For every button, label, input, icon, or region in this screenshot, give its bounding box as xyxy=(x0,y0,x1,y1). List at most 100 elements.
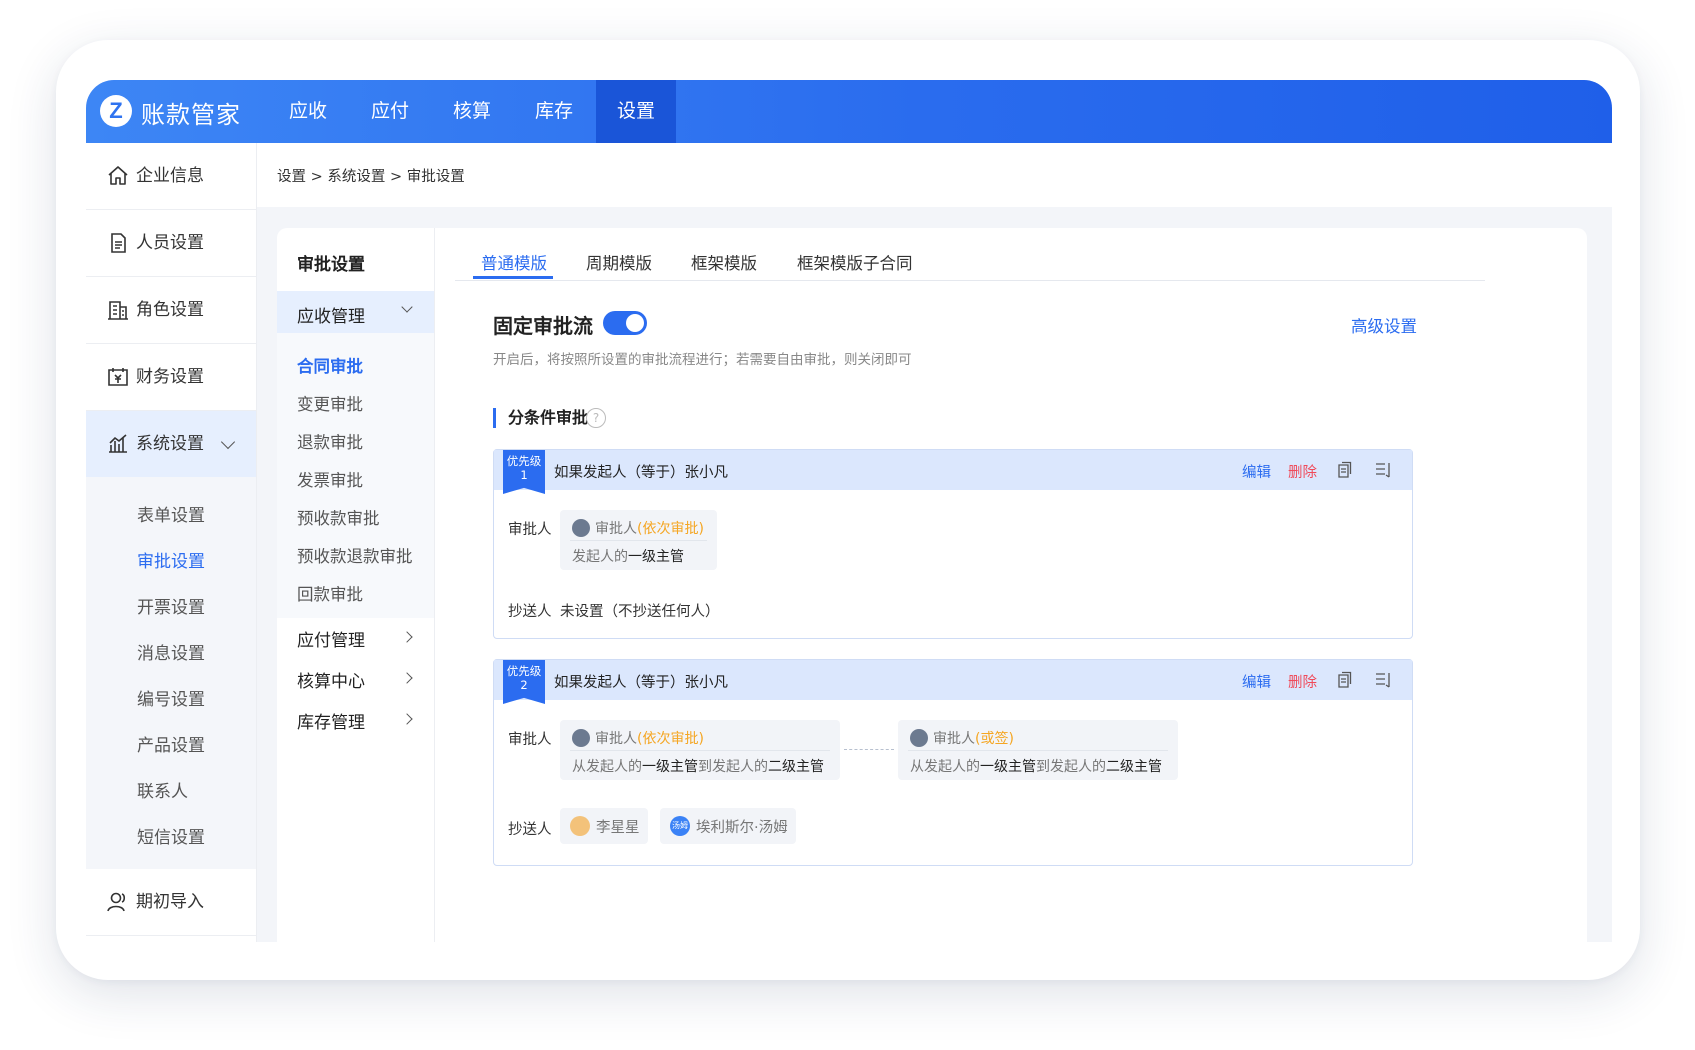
breadcrumb-system[interactable]: 系统设置 xyxy=(327,169,385,185)
finance-calendar-icon xyxy=(108,368,128,386)
menu-group-payable[interactable]: 应付管理 xyxy=(297,626,417,651)
approver-node-title: 审批人(依次审批) xyxy=(572,518,704,538)
cc-person-chip[interactable]: 李星星 xyxy=(560,808,648,844)
sort-icon[interactable] xyxy=(1374,461,1392,479)
tab-normal-template[interactable]: 普通模版 xyxy=(481,250,547,274)
sidebar-item-roles[interactable]: 角色设置 xyxy=(86,277,256,343)
cc-person-name: 埃利斯尔·汤姆 xyxy=(696,820,788,836)
submenu-item-contact[interactable]: 联系人 xyxy=(137,777,188,802)
approver-node[interactable]: 审批人(依次审批) 从发起人的一级主管到发起人的二级主管 xyxy=(560,720,840,780)
menu-group-inventory[interactable]: 库存管理 xyxy=(297,708,417,733)
sidebar-item-label: 期初导入 xyxy=(136,892,204,912)
approver-node[interactable]: 审批人(依次审批) 发起人的一级主管 xyxy=(560,510,717,570)
sidebar-item-system[interactable]: 系统设置 xyxy=(86,411,256,477)
priority-label: 优先级 xyxy=(506,454,542,468)
tab-framework-template[interactable]: 框架模版 xyxy=(691,250,757,274)
breadcrumb-bar: 设置 > 系统设置 > 审批设置 xyxy=(257,143,1612,207)
submenu-item-approval[interactable]: 审批设置 xyxy=(137,547,205,572)
chevron-right-icon xyxy=(401,672,413,684)
approval-mode: (或签) xyxy=(975,731,1014,747)
approver-node[interactable]: 审批人(或签) 从发起人的一级主管到发起人的二级主管 xyxy=(898,720,1178,780)
user-icon xyxy=(107,892,126,912)
condition-card-header: 优先级 1 如果发起人（等于）张小凡 编辑 删除 xyxy=(494,450,1412,494)
group-avatar-icon xyxy=(572,729,590,747)
advanced-settings-link[interactable]: 高级设置 xyxy=(1351,313,1417,337)
help-icon[interactable]: ? xyxy=(586,408,606,428)
condition-text: 如果发起人（等于）张小凡 xyxy=(554,465,728,481)
condition-card: 优先级 2 如果发起人（等于）张小凡 编辑 删除 审批人 审批人(依次审批) 从… xyxy=(493,659,1413,866)
edit-button[interactable]: 编辑 xyxy=(1242,461,1271,482)
sidebar-item-initial-import[interactable]: 期初导入 xyxy=(86,869,256,935)
menu-item-refund-approval[interactable]: 退款审批 xyxy=(297,429,363,453)
sidebar-item-staff[interactable]: 人员设置 xyxy=(86,210,256,276)
tab-cycle-template[interactable]: 周期模版 xyxy=(586,250,652,274)
edit-button[interactable]: 编辑 xyxy=(1242,671,1271,692)
divider xyxy=(570,750,830,751)
menu-item-invoice-approval[interactable]: 发票审批 xyxy=(297,467,363,491)
delete-button[interactable]: 删除 xyxy=(1288,461,1317,482)
chart-icon xyxy=(109,434,127,453)
menu-group-label: 核算中心 xyxy=(297,672,365,692)
tab-framework-sub-contract[interactable]: 框架模版子合同 xyxy=(797,250,913,274)
submenu-item-invoice[interactable]: 开票设置 xyxy=(137,593,205,618)
submenu-item-numbering[interactable]: 编号设置 xyxy=(137,685,205,710)
copy-icon[interactable] xyxy=(1335,461,1353,479)
delete-button[interactable]: 删除 xyxy=(1288,671,1317,692)
priority-badge: 优先级 2 xyxy=(503,660,545,704)
priority-label: 优先级 xyxy=(506,664,542,678)
approver-role: 审批人 xyxy=(595,521,637,537)
cc-label: 抄送人 xyxy=(508,822,552,838)
menu-group-receivable[interactable]: 应收管理 xyxy=(277,291,434,333)
menu-item-prepayment-refund-approval[interactable]: 预收款退款审批 xyxy=(297,543,413,567)
menu-item-prepayment-approval[interactable]: 预收款审批 xyxy=(297,505,380,529)
menu-item-contract-approval[interactable]: 合同审批 xyxy=(297,353,363,377)
nav-settings[interactable]: 设置 xyxy=(596,80,676,143)
submenu-item-sms[interactable]: 短信设置 xyxy=(137,823,205,848)
approval-mode: (依次审批) xyxy=(637,521,704,537)
top-nav-bar: Z 账款管家 应收 应付 核算 库存 设置 xyxy=(86,80,1612,143)
nav-payable[interactable]: 应付 xyxy=(350,80,430,143)
menu-group-label: 应收管理 xyxy=(297,307,365,327)
submenu-item-form[interactable]: 表单设置 xyxy=(137,501,205,526)
sidebar-item-company-info[interactable]: 企业信息 xyxy=(86,143,256,209)
breadcrumb-current: 审批设置 xyxy=(406,169,465,185)
copy-icon[interactable] xyxy=(1335,671,1353,689)
menu-group-accounting[interactable]: 核算中心 xyxy=(297,667,417,692)
divider xyxy=(570,540,707,541)
active-tab-indicator xyxy=(473,276,553,279)
breadcrumb-settings[interactable]: 设置 xyxy=(277,169,306,185)
sort-icon[interactable] xyxy=(1374,671,1392,689)
app-window: Z 账款管家 应收 应付 核算 库存 设置 企业信息 人员设置 角色设置 财务设… xyxy=(86,80,1612,942)
nav-inventory[interactable]: 库存 xyxy=(514,80,594,143)
fixed-flow-toggle[interactable] xyxy=(603,311,647,335)
sidebar-item-label: 人员设置 xyxy=(136,233,204,253)
menu-item-change-approval[interactable]: 变更审批 xyxy=(297,391,363,415)
breadcrumb-separator: > xyxy=(310,169,323,185)
flow-arrow-connector xyxy=(844,749,894,750)
approver-label: 审批人 xyxy=(508,522,552,538)
divider xyxy=(908,750,1168,751)
nav-receivable[interactable]: 应收 xyxy=(268,80,348,143)
scope-middle: 到发起人的 xyxy=(1036,759,1106,775)
breadcrumb: 设置 > 系统设置 > 审批设置 xyxy=(277,165,465,186)
approver-role: 审批人 xyxy=(595,731,637,747)
scope-middle: 到发起人的 xyxy=(698,759,768,775)
chevron-right-icon xyxy=(401,713,413,725)
sidebar-item-label: 企业信息 xyxy=(136,166,204,186)
cc-person-chip[interactable]: 汤姆 埃利斯尔·汤姆 xyxy=(660,808,796,844)
submenu-item-message[interactable]: 消息设置 xyxy=(137,639,205,664)
fixed-flow-description: 开启后，将按照所设置的审批流程进行；若需要自由审批，则关闭即可 xyxy=(493,352,912,368)
submenu-item-product[interactable]: 产品设置 xyxy=(137,731,205,756)
chevron-right-icon xyxy=(401,631,413,643)
chevron-down-icon xyxy=(401,301,413,313)
approver-role: 审批人 xyxy=(933,731,975,747)
building-icon xyxy=(108,301,128,320)
sidebar-item-finance[interactable]: 财务设置 xyxy=(86,344,256,410)
approver-node-title: 审批人(依次审批) xyxy=(572,728,704,748)
cc-person-name: 李星星 xyxy=(596,820,640,836)
template-tabs: 普通模版 周期模版 框架模版 框架模版子合同 xyxy=(455,228,1485,281)
nav-accounting[interactable]: 核算 xyxy=(432,80,512,143)
menu-item-collection-approval[interactable]: 回款审批 xyxy=(297,581,363,605)
conditional-approval-heading: 分条件审批 xyxy=(493,408,588,428)
condition-card-header: 优先级 2 如果发起人（等于）张小凡 编辑 删除 xyxy=(494,660,1412,704)
